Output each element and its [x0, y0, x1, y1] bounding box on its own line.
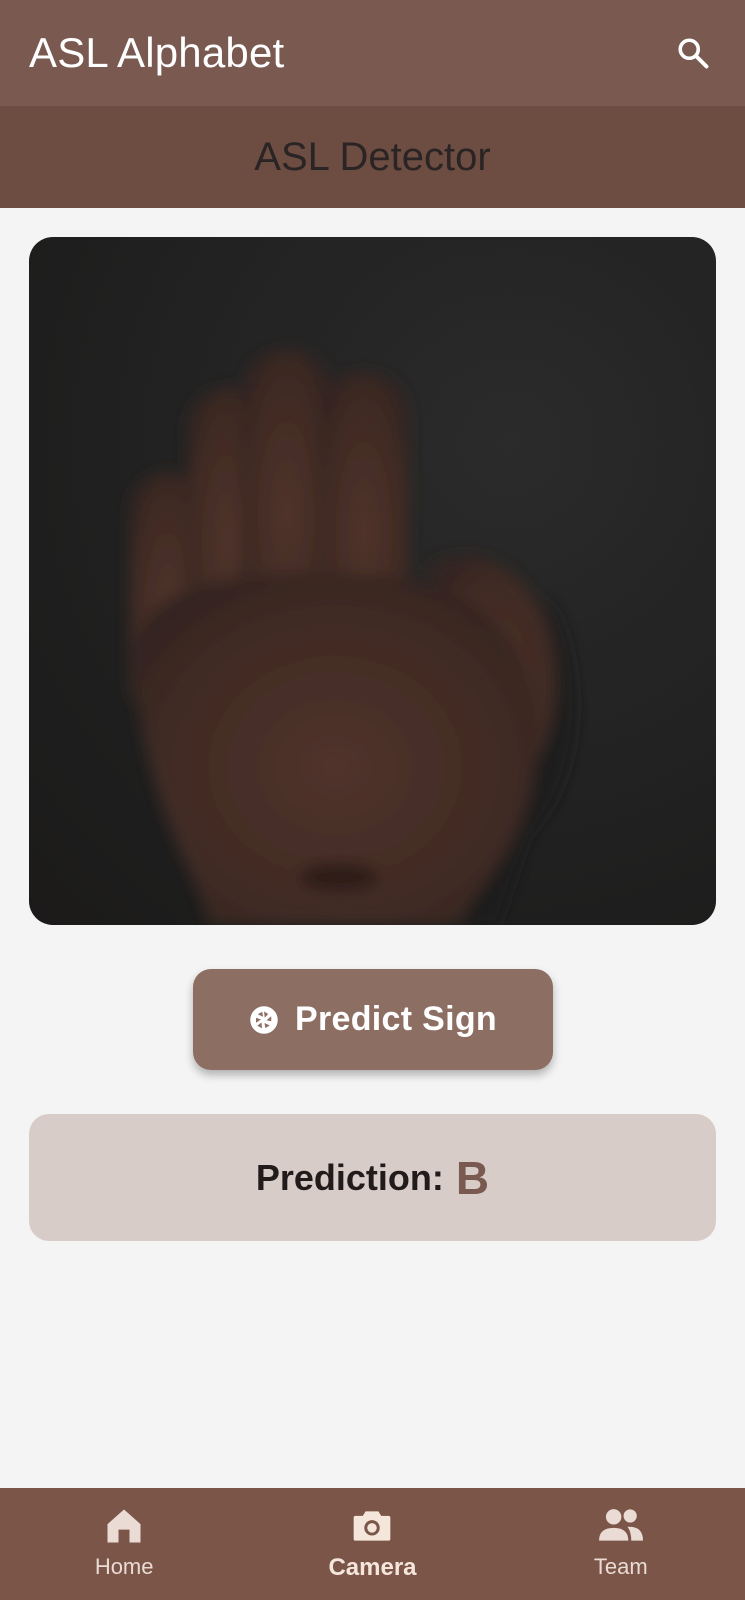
camera-icon — [354, 1511, 391, 1541]
page-title: ASL Detector — [254, 134, 491, 179]
prediction-label: Prediction: — [255, 1156, 444, 1198]
predict-sign-button[interactable]: Predict Sign — [193, 969, 553, 1070]
camera-shutter-icon — [250, 1005, 278, 1034]
nav-label-camera: Camera — [328, 1554, 417, 1581]
nav-item-team[interactable]: Team — [497, 1488, 745, 1600]
app-title: ASL Alphabet — [29, 29, 285, 76]
hand-image — [29, 237, 716, 925]
team-icon — [598, 1509, 643, 1541]
predict-sign-label: Predict Sign — [295, 1000, 497, 1038]
camera-preview — [29, 237, 716, 925]
nav-item-camera[interactable]: Camera — [248, 1488, 496, 1600]
sub-header: ASL Detector — [0, 106, 745, 208]
prediction-value: B — [455, 1151, 490, 1204]
nav-label-team: Team — [593, 1554, 648, 1579]
prediction-card: Prediction: B — [29, 1114, 716, 1241]
nav-item-home[interactable]: Home — [0, 1488, 248, 1600]
home-icon — [107, 1509, 141, 1543]
bottom-nav: Home Camera Team — [0, 1488, 745, 1600]
search-icon — [678, 38, 709, 69]
nav-label-home: Home — [94, 1554, 154, 1579]
search-button[interactable] — [669, 29, 717, 77]
app-bar: ASL Alphabet — [0, 0, 745, 106]
